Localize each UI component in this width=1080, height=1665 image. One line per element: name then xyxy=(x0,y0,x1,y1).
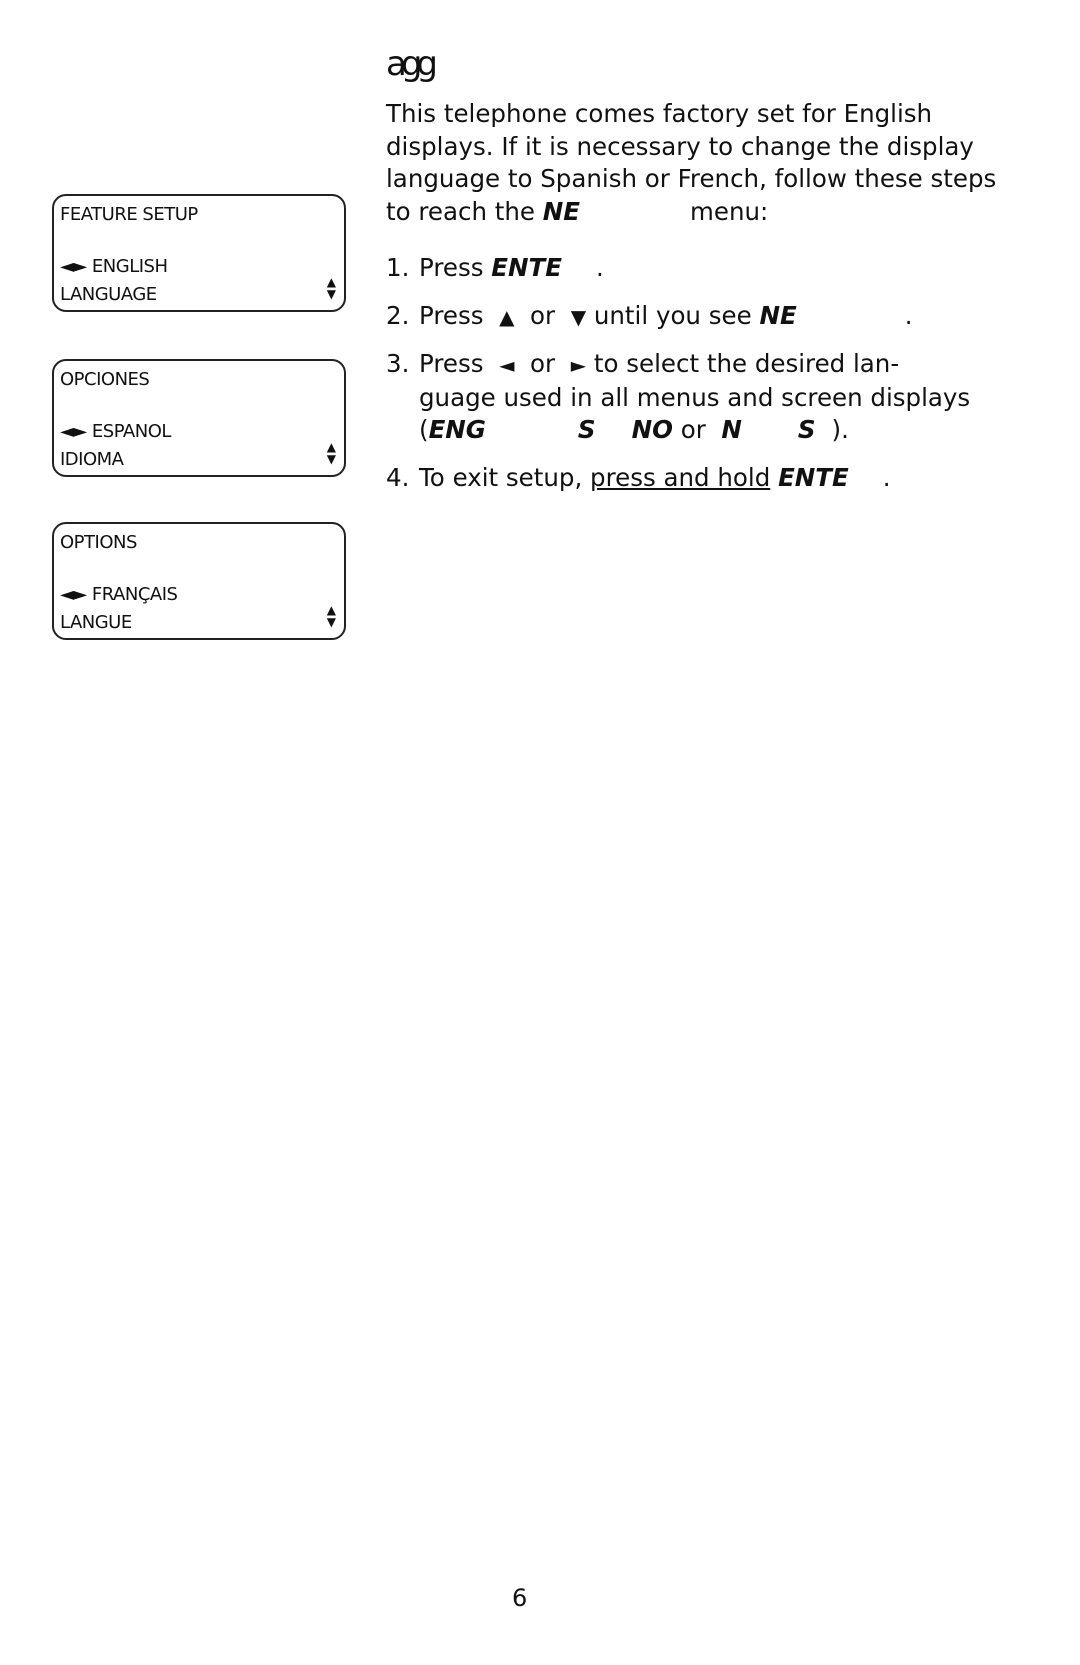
up-arrow-icon: ▲ xyxy=(499,304,515,329)
intro-paragraph: This telephone comes factory set for Eng… xyxy=(386,98,1006,228)
step-2: 2. Press ▲ or ▼ until you see NE. xyxy=(386,300,1026,334)
step-text: until you see xyxy=(586,300,760,330)
step-number: 3. xyxy=(386,349,410,378)
language-option: NO xyxy=(631,415,673,444)
step-text: ). xyxy=(831,415,849,444)
scroll-arrows-icon: ▲ ▼ xyxy=(326,275,336,301)
step-text: To exit setup, xyxy=(419,462,591,492)
scroll-arrows-icon: ▲ ▼ xyxy=(326,440,336,466)
language-option: N xyxy=(721,415,742,444)
language-option: S xyxy=(797,415,816,444)
lcd-line: ◄► FRANÇAIS xyxy=(60,584,178,605)
step-1: 1. Press ENTE. xyxy=(386,252,1026,285)
step-text: guage used in all menus and screen displ… xyxy=(419,382,971,412)
intro-line: language to Spanish or French, follow th… xyxy=(386,164,997,193)
step-text: ( xyxy=(419,415,429,444)
step-number: 4. xyxy=(386,462,410,492)
down-arrow-icon: ▼ xyxy=(570,304,587,329)
step-text: Press xyxy=(419,349,492,378)
step-text: or xyxy=(522,300,563,330)
key-name: ENTE xyxy=(778,462,849,492)
step-text: to select the desired lan- xyxy=(586,349,900,378)
menu-name: NE xyxy=(759,300,797,330)
underlined-text: press and hold xyxy=(590,462,771,492)
language-option: ENG xyxy=(428,415,486,444)
intro-text: to reach the xyxy=(386,196,543,226)
step-text: . xyxy=(882,462,891,492)
step-text: . xyxy=(595,253,604,282)
intro-text: menu: xyxy=(690,196,769,226)
intro-line: to reach the NE menu: xyxy=(386,196,1006,229)
step-3: 3. Press ◄ or ► to select the desired la… xyxy=(386,348,1026,447)
lcd-line: OPTIONS xyxy=(60,532,137,553)
lcd-line: ◄► ENGLISH xyxy=(60,256,168,277)
lcd-line: ◄► ESPANOL xyxy=(60,421,171,442)
lcd-screen-french: OPTIONS ◄► FRANÇAIS LANGUE ▲ ▼ xyxy=(52,522,346,640)
menu-name: NE xyxy=(542,196,581,226)
step-number: 2. xyxy=(386,300,410,330)
scroll-arrows-icon: ▲ ▼ xyxy=(326,603,336,629)
right-arrow-icon: ► xyxy=(570,353,587,377)
step-text: or xyxy=(672,415,714,444)
lcd-screen-english: FEATURE SETUP ◄► ENGLISH LANGUAGE ▲ ▼ xyxy=(52,194,346,312)
lcd-line: IDIOMA xyxy=(60,449,124,470)
lcd-line: LANGUE xyxy=(60,612,132,633)
intro-line: This telephone comes factory set for Eng… xyxy=(386,99,933,128)
step-4: 4. To exit setup, press and hold ENTE. xyxy=(386,462,1026,495)
step-text: . xyxy=(904,300,913,330)
lcd-line: OPCIONES xyxy=(60,369,150,390)
page-title: agg xyxy=(386,44,438,84)
language-option: S xyxy=(577,415,596,444)
page-number: 6 xyxy=(512,1584,528,1612)
step-text: Press xyxy=(419,300,492,330)
lcd-line: FEATURE SETUP xyxy=(60,204,198,225)
steps-list: 1. Press ENTE. 2. Press ▲ or ▼ until you… xyxy=(386,252,1026,509)
key-name: ENTE xyxy=(491,253,562,282)
step-number: 1. xyxy=(386,253,410,282)
step-text: Press xyxy=(419,253,492,282)
intro-line: displays. If it is necessary to change t… xyxy=(386,131,974,161)
lcd-screen-spanish: OPCIONES ◄► ESPANOL IDIOMA ▲ ▼ xyxy=(52,359,346,477)
step-text: or xyxy=(522,349,563,378)
lcd-line: LANGUAGE xyxy=(60,284,157,305)
left-arrow-icon: ◄ xyxy=(499,353,515,377)
